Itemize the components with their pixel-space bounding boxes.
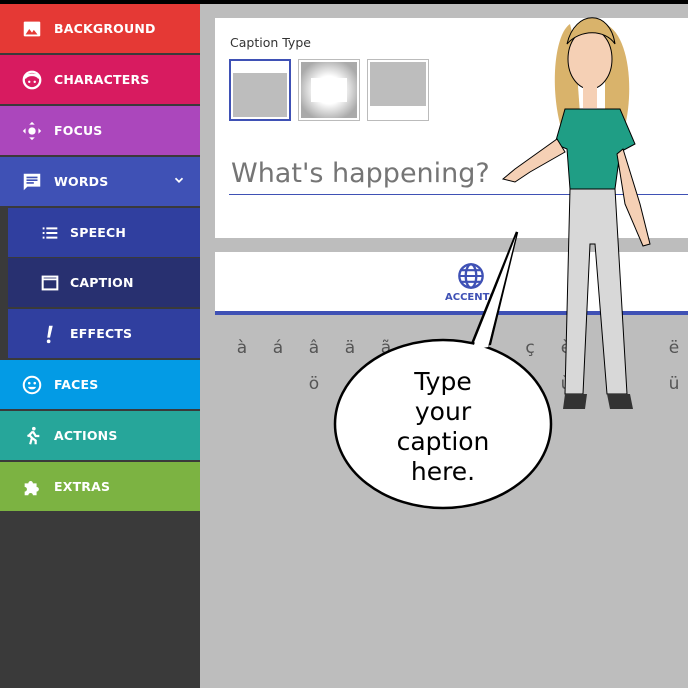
bubble-text-line: here. [411, 457, 475, 486]
character-illustration [501, 17, 651, 409]
bubble-text-line: caption [397, 427, 490, 456]
bubble-text-line: Type [413, 367, 471, 396]
bubble-text-line: your [415, 397, 472, 426]
app: BACKGROUND CHARACTERS FOCUS WORDS SPEECH CAPT… [0, 4, 688, 688]
